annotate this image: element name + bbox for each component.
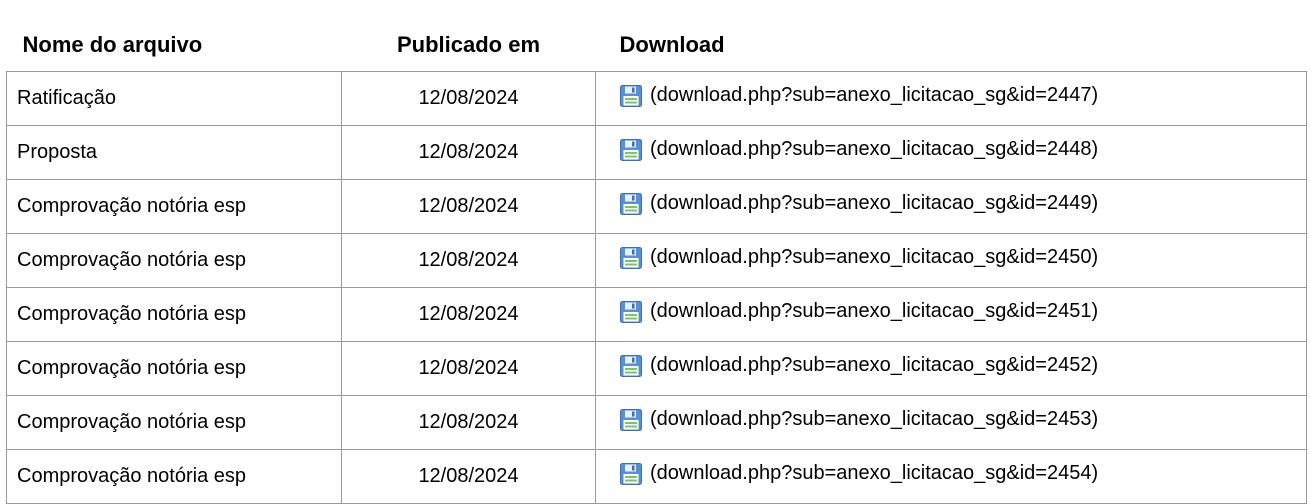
published-date-cell: 12/08/2024	[341, 395, 596, 450]
header-published-date: Publicado em	[341, 18, 596, 72]
table-row: Comprovação notória esp 12/08/2024 (down…	[6, 395, 1307, 450]
file-name-cell: Ratificação	[6, 71, 342, 126]
file-name-cell: Comprovação notória esp	[6, 179, 342, 234]
files-table: Nome do arquivo Publicado em Download Ra…	[6, 18, 1307, 504]
published-date-cell: 12/08/2024	[341, 449, 596, 504]
published-date-cell: 12/08/2024	[341, 71, 596, 126]
save-icon[interactable]	[620, 408, 642, 431]
published-date-cell: 12/08/2024	[341, 233, 596, 288]
file-name-cell: Comprovação notória esp	[6, 341, 342, 396]
save-icon[interactable]	[620, 138, 642, 161]
file-name-cell: Comprovação notória esp	[6, 287, 342, 342]
table-row: Comprovação notória esp 12/08/2024 (down…	[6, 233, 1307, 288]
download-link[interactable]: (download.php?sub=anexo_licitacao_sg&id=…	[620, 300, 1098, 323]
header-file-name: Nome do arquivo	[6, 18, 342, 72]
table-row: Ratificação 12/08/2024 (download.php?sub…	[6, 71, 1307, 126]
download-link[interactable]: (download.php?sub=anexo_licitacao_sg&id=…	[620, 354, 1098, 377]
file-name-cell: Comprovação notória esp	[6, 395, 342, 450]
save-icon[interactable]	[620, 462, 642, 485]
file-name-cell: Comprovação notória esp	[6, 449, 342, 504]
download-link[interactable]: (download.php?sub=anexo_licitacao_sg&id=…	[620, 246, 1098, 269]
download-link[interactable]: (download.php?sub=anexo_licitacao_sg&id=…	[620, 462, 1098, 485]
table-body: Ratificação 12/08/2024 (download.php?sub…	[6, 71, 1307, 504]
download-cell: (download.php?sub=anexo_licitacao_sg&id=…	[595, 395, 1307, 450]
save-icon[interactable]	[620, 192, 642, 215]
published-date-cell: 12/08/2024	[341, 125, 596, 180]
download-cell: (download.php?sub=anexo_licitacao_sg&id=…	[595, 341, 1307, 396]
download-link[interactable]: (download.php?sub=anexo_licitacao_sg&id=…	[620, 138, 1098, 161]
download-link-text[interactable]: (download.php?sub=anexo_licitacao_sg&id=…	[650, 354, 1098, 377]
download-cell: (download.php?sub=anexo_licitacao_sg&id=…	[595, 287, 1307, 342]
download-link[interactable]: (download.php?sub=anexo_licitacao_sg&id=…	[620, 84, 1098, 107]
download-link-text[interactable]: (download.php?sub=anexo_licitacao_sg&id=…	[650, 408, 1098, 431]
download-link[interactable]: (download.php?sub=anexo_licitacao_sg&id=…	[620, 192, 1098, 215]
download-cell: (download.php?sub=anexo_licitacao_sg&id=…	[595, 125, 1307, 180]
published-date-cell: 12/08/2024	[341, 287, 596, 342]
table-row: Comprovação notória esp 12/08/2024 (down…	[6, 287, 1307, 342]
download-link-text[interactable]: (download.php?sub=anexo_licitacao_sg&id=…	[650, 462, 1098, 485]
download-link-text[interactable]: (download.php?sub=anexo_licitacao_sg&id=…	[650, 138, 1098, 161]
header-row: Nome do arquivo Publicado em Download	[6, 18, 1307, 72]
header-download: Download	[595, 18, 1307, 72]
download-link[interactable]: (download.php?sub=anexo_licitacao_sg&id=…	[620, 408, 1098, 431]
download-cell: (download.php?sub=anexo_licitacao_sg&id=…	[595, 233, 1307, 288]
table-row: Proposta 12/08/2024 (download.php?sub=an…	[6, 125, 1307, 180]
table-header: Nome do arquivo Publicado em Download	[6, 18, 1307, 72]
download-link-text[interactable]: (download.php?sub=anexo_licitacao_sg&id=…	[650, 246, 1098, 269]
download-cell: (download.php?sub=anexo_licitacao_sg&id=…	[595, 71, 1307, 126]
published-date-cell: 12/08/2024	[341, 341, 596, 396]
download-link-text[interactable]: (download.php?sub=anexo_licitacao_sg&id=…	[650, 84, 1098, 107]
file-name-cell: Proposta	[6, 125, 342, 180]
file-name-cell: Comprovação notória esp	[6, 233, 342, 288]
download-link-text[interactable]: (download.php?sub=anexo_licitacao_sg&id=…	[650, 192, 1098, 215]
save-icon[interactable]	[620, 354, 642, 377]
save-icon[interactable]	[620, 300, 642, 323]
table-row: Comprovação notória esp 12/08/2024 (down…	[6, 179, 1307, 234]
download-cell: (download.php?sub=anexo_licitacao_sg&id=…	[595, 449, 1307, 504]
table-row: Comprovação notória esp 12/08/2024 (down…	[6, 449, 1307, 504]
table-row: Comprovação notória esp 12/08/2024 (down…	[6, 341, 1307, 396]
published-date-cell: 12/08/2024	[341, 179, 596, 234]
save-icon[interactable]	[620, 246, 642, 269]
save-icon[interactable]	[620, 84, 642, 107]
download-cell: (download.php?sub=anexo_licitacao_sg&id=…	[595, 179, 1307, 234]
download-link-text[interactable]: (download.php?sub=anexo_licitacao_sg&id=…	[650, 300, 1098, 323]
